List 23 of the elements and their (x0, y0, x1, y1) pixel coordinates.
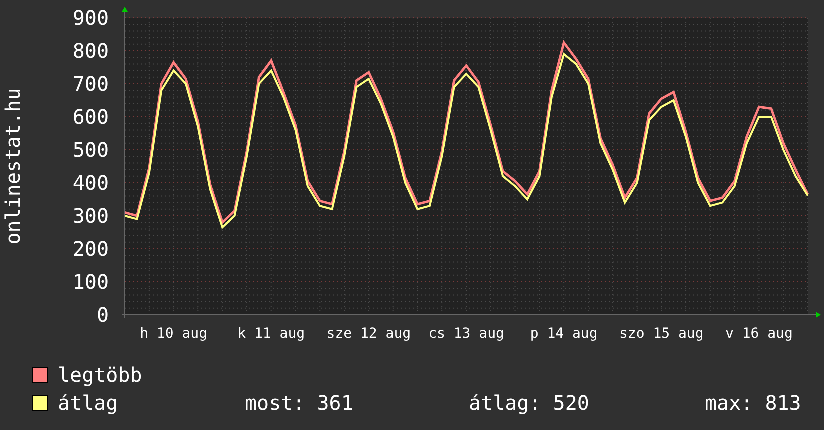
y-tick-label: 300 (72, 204, 109, 228)
y-tick-label: 200 (72, 237, 109, 261)
legend-stat: most: 361 (245, 391, 354, 415)
x-tick-label: sze 12 aug (326, 326, 412, 342)
legend-label: átlag (58, 391, 120, 415)
legend-stat: átlag: 520 (469, 391, 590, 415)
y-tick-label: 100 (72, 270, 109, 294)
y-tick-label: 800 (72, 39, 109, 63)
y-tick-label: 0 (96, 303, 109, 327)
x-tick-label: cs 13 aug (428, 326, 504, 342)
x-tick-label: szo 15 aug (620, 326, 704, 342)
x-tick-label: v 16 aug (726, 326, 793, 342)
y-tick-label: 700 (72, 72, 109, 96)
y-tick-label: 600 (72, 105, 109, 129)
x-tick-label: k 11 aug (238, 326, 306, 342)
x-tick-label: p 14 aug (530, 326, 598, 342)
legend-label: legtöbb (58, 363, 144, 387)
y-axis-title: onlinestat.hu (1, 88, 25, 245)
y-tick-label: 900 (72, 6, 109, 30)
x-tick-label: h 10 aug (140, 326, 208, 342)
y-tick-label: 500 (72, 138, 109, 162)
y-tick-label: 400 (72, 171, 109, 195)
legend-stat: max: 813 (705, 391, 802, 415)
